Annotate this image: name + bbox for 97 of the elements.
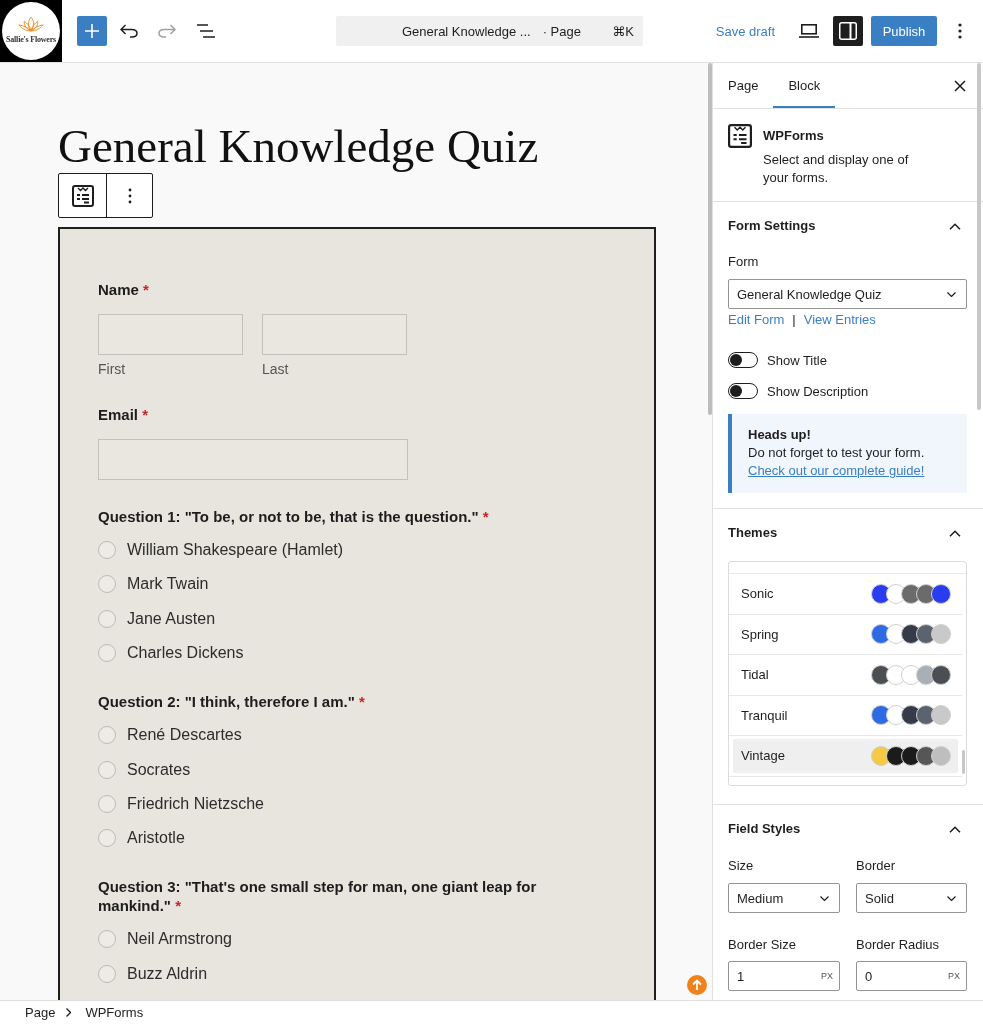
field-label: Question 1: "To be, or not to be, that is the question." * — [98, 507, 489, 526]
sidebar-tab[interactable]: Block — [773, 63, 836, 108]
chevron-up-icon[interactable] — [949, 825, 961, 833]
style-select[interactable]: Solid — [856, 883, 967, 913]
more-options-icon — [127, 187, 132, 204]
page-title: General Knowledge Quiz — [58, 123, 539, 170]
toggle-switch[interactable] — [728, 383, 758, 399]
sublabel: First — [98, 360, 126, 378]
field-label: Name * — [98, 280, 149, 299]
laptop-icon[interactable] — [799, 24, 819, 38]
email-input-field[interactable] — [98, 439, 408, 480]
field-label: Email * — [98, 405, 149, 424]
settings-toggle-button[interactable] — [833, 16, 863, 46]
link-separator: | — [792, 312, 796, 328]
publish-button[interactable]: Publish — [871, 16, 937, 46]
link[interactable]: View Entries — [803, 312, 876, 328]
option-label: Friedrich Nietzsche — [127, 794, 264, 813]
scrollbar[interactable] — [977, 63, 981, 410]
chevron-right-icon — [66, 1008, 72, 1017]
undo-icon[interactable] — [120, 24, 138, 38]
theme-option[interactable]: Tranquil — [733, 698, 958, 732]
theme-option[interactable]: Tidal — [733, 658, 958, 692]
arrow-up-icon[interactable] — [687, 975, 707, 995]
option-label: Mark Twain — [127, 575, 209, 594]
radio-button[interactable] — [98, 760, 116, 779]
sublabel: Last — [262, 360, 289, 378]
panel-title: Themes — [728, 525, 778, 541]
breadcrumb-link[interactable]: WPForms — [85, 1005, 144, 1020]
block-name: WPForms — [763, 127, 824, 145]
chevron-down-icon — [947, 895, 956, 901]
field-label: Border Radius — [856, 937, 940, 953]
option-label: William Shakespeare (Hamlet) — [127, 541, 344, 559]
add-block-button[interactable] — [77, 16, 107, 46]
keyboard-shortcut: ⌘K — [612, 23, 634, 39]
save-draft-button[interactable]: Save draft — [707, 15, 783, 47]
block-description: Select and display one of your forms. — [763, 151, 910, 187]
toggle-label: Show Title — [767, 352, 827, 368]
plus-icon — [85, 24, 99, 38]
scrollbar[interactable] — [708, 63, 712, 415]
chevron-down-icon — [820, 895, 829, 901]
site-icon-button[interactable]: Sallie's Flowers — [0, 0, 62, 62]
radio-button[interactable] — [98, 964, 116, 983]
radio-button[interactable] — [98, 829, 116, 848]
radio-button[interactable] — [98, 930, 116, 949]
option-label: Charles Dickens — [127, 644, 244, 663]
document-type: · Page — [542, 23, 581, 39]
notice-text: Do not forget to test your form. — [748, 444, 925, 462]
sidebar-tab[interactable]: Page — [713, 63, 774, 108]
number-input-field[interactable]: 0 PX — [856, 961, 967, 991]
sidebar-icon — [839, 22, 857, 40]
form-icon — [71, 184, 94, 207]
lotus-icon — [18, 16, 44, 32]
toggle-switch[interactable] — [728, 352, 758, 368]
radio-button[interactable] — [98, 575, 116, 594]
field-label: Question 2: "I think, therefore I am." * — [98, 692, 365, 712]
form-icon — [728, 124, 752, 148]
document-title: General Knowledge ... — [402, 23, 531, 39]
theme-option[interactable]: Spring — [733, 617, 958, 651]
theme-option[interactable]: Sonic — [733, 577, 958, 611]
radio-button[interactable] — [98, 794, 116, 813]
chevron-down-icon — [947, 291, 956, 297]
field-label: Question 3: "That's one small step for man, one giant leap for mankind." * — [98, 877, 538, 916]
field-label: Border Size — [728, 937, 796, 953]
chevron-up-icon[interactable] — [949, 529, 961, 537]
text-input-field[interactable] — [98, 314, 243, 355]
theme-option[interactable]: Vintage — [733, 739, 958, 773]
breadcrumb-link[interactable]: Page — [25, 1005, 56, 1020]
form-select[interactable]: General Knowledge Quiz — [728, 279, 967, 309]
notice-title: Heads up! — [748, 426, 811, 444]
option-label: Buzz Aldrin — [127, 964, 208, 983]
command-bar[interactable]: General Knowledge ... · Page ⌘K — [336, 16, 643, 46]
list-view-icon[interactable] — [197, 24, 215, 38]
option-label: Neil Armstrong — [127, 930, 232, 949]
logo-text: Sallie's Flowers — [6, 35, 56, 44]
panel-title: Field Styles — [728, 821, 801, 837]
guide-link[interactable]: Check out our complete guide! — [748, 462, 925, 480]
radio-button[interactable] — [98, 609, 116, 628]
chevron-up-icon[interactable] — [949, 222, 961, 230]
option-label: Jane Austen — [127, 609, 216, 628]
link[interactable]: Edit Form — [728, 312, 785, 328]
number-input-field[interactable]: 1 PX — [728, 961, 840, 991]
more-options-icon[interactable] — [958, 23, 962, 39]
panel-title: Form Settings — [728, 218, 816, 234]
scrollbar[interactable] — [962, 750, 965, 774]
option-label: René Descartes — [127, 726, 242, 745]
radio-button[interactable] — [98, 644, 116, 663]
field-label: Form — [728, 254, 759, 270]
option-label: Socrates — [127, 760, 191, 779]
field-label: Border — [856, 858, 896, 874]
field-label: Size — [728, 858, 754, 874]
style-select[interactable]: Medium — [728, 883, 840, 913]
option-label: Aristotle — [127, 829, 185, 848]
radio-button[interactable] — [98, 726, 116, 745]
close-icon[interactable] — [954, 79, 966, 92]
radio-button[interactable] — [98, 541, 116, 559]
text-input-field[interactable] — [262, 314, 407, 355]
toggle-label: Show Description — [767, 383, 869, 399]
